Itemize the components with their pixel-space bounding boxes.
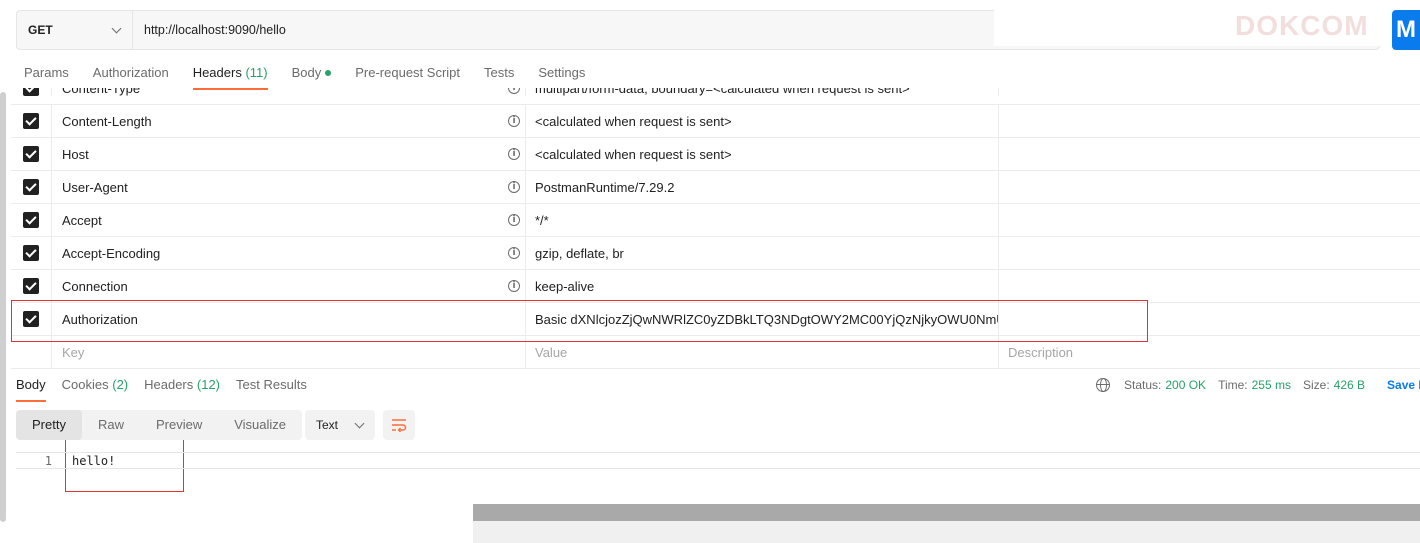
view-raw[interactable]: Raw <box>82 410 140 440</box>
table-row: Content-Type i multipart/form-data; bound… <box>11 88 1420 105</box>
view-visualize[interactable]: Visualize <box>218 410 302 440</box>
tab-response-body[interactable]: Body <box>16 374 46 402</box>
watermark: DOKCOM <box>1235 10 1369 41</box>
info-icon[interactable]: i <box>508 148 520 160</box>
info-icon[interactable]: i <box>508 88 520 94</box>
info-icon[interactable]: i <box>508 280 520 292</box>
header-description[interactable] <box>999 105 1420 137</box>
header-key[interactable]: Connection <box>62 279 128 294</box>
headers-count: (11) <box>245 65 268 80</box>
table-row: Accept-Encoding i gzip, deflate, br <box>11 237 1420 270</box>
header-value[interactable]: Basic dXNlcjozZjQwNWRlZC0yZDBkLTQ3NDgtOW… <box>526 303 999 335</box>
format-select[interactable]: Text <box>305 410 375 440</box>
chevron-down-icon <box>111 23 122 33</box>
line-number: 1 <box>44 453 52 468</box>
tab-headers[interactable]: Headers (11) <box>185 62 276 90</box>
header-description[interactable] <box>999 270 1420 302</box>
header-description[interactable] <box>999 138 1420 170</box>
table-row: User-Agent i PostmanRuntime/7.29.2 <box>11 171 1420 204</box>
save-response-button[interactable]: Save R <box>1387 378 1420 392</box>
response-size[interactable]: 426 B <box>1334 378 1365 392</box>
checkbox-checked-icon[interactable] <box>23 179 39 195</box>
header-key[interactable]: Content-Type <box>62 88 140 96</box>
horizontal-scrollbar[interactable] <box>473 504 1420 521</box>
header-value[interactable]: <calculated when request is sent> <box>526 138 999 170</box>
table-row-new: Key Value Description <box>11 336 1420 369</box>
tab-cookies[interactable]: Cookies (2) <box>62 374 128 402</box>
header-description[interactable] <box>999 237 1420 269</box>
format-label: Text <box>316 418 339 432</box>
new-value-input[interactable]: Value <box>526 336 999 368</box>
view-pretty[interactable]: Pretty <box>16 410 82 440</box>
header-value[interactable]: gzip, deflate, br <box>526 237 999 269</box>
header-description[interactable] <box>999 204 1420 236</box>
tab-params[interactable]: Params <box>16 62 77 90</box>
code-line[interactable]: hello! <box>72 454 115 468</box>
checkbox-checked-icon[interactable] <box>23 212 39 228</box>
new-description-input[interactable]: Description <box>999 336 1420 368</box>
status-code[interactable]: 200 OK <box>1165 378 1206 392</box>
method-select[interactable]: GET <box>17 11 133 49</box>
header-description[interactable] <box>999 88 1420 96</box>
header-key[interactable]: Host <box>62 147 89 162</box>
checkbox-checked-icon[interactable] <box>23 278 39 294</box>
table-row: Accept i */* <box>11 204 1420 237</box>
response-body-editor[interactable]: 1 hello! <box>16 452 1420 469</box>
headers-table: Content-Type i multipart/form-data; bound… <box>11 88 1420 369</box>
body-modified-dot-icon <box>325 69 332 76</box>
response-status: Status: 200 OK Time: 255 ms Size: 426 B Sav… <box>1096 378 1420 392</box>
tab-tests[interactable]: Tests <box>476 62 522 90</box>
table-row: Connection i keep-alive <box>11 270 1420 303</box>
view-mode-selector: Pretty Raw Preview Visualize <box>16 410 303 440</box>
view-preview[interactable]: Preview <box>140 410 218 440</box>
checkbox-checked-icon[interactable] <box>23 245 39 261</box>
send-button[interactable]: M <box>1392 10 1420 50</box>
scrollbar-track <box>473 521 1420 543</box>
header-key[interactable]: Accept-Encoding <box>62 246 160 261</box>
checkbox-checked-icon[interactable] <box>23 146 39 162</box>
header-value[interactable]: keep-alive <box>526 270 999 302</box>
header-description[interactable] <box>999 171 1420 203</box>
info-icon[interactable]: i <box>508 247 520 259</box>
header-value[interactable]: <calculated when request is sent> <box>526 105 999 137</box>
info-icon[interactable]: i <box>508 181 520 193</box>
header-key[interactable]: Accept <box>62 213 102 228</box>
wrap-lines-icon <box>392 419 407 432</box>
header-value[interactable]: multipart/form-data; boundary=<calculate… <box>526 88 999 96</box>
response-time[interactable]: 255 ms <box>1252 378 1291 392</box>
wrap-lines-button[interactable] <box>383 410 415 440</box>
table-row: Content-Length i <calculated when request… <box>11 105 1420 138</box>
checkbox-checked-icon[interactable] <box>23 88 39 96</box>
chevron-down-icon <box>354 418 365 428</box>
header-key[interactable]: Content-Length <box>62 114 152 129</box>
tab-body[interactable]: Body <box>284 62 340 90</box>
header-value[interactable]: PostmanRuntime/7.29.2 <box>526 171 999 203</box>
tab-authorization[interactable]: Authorization <box>85 62 177 90</box>
globe-icon[interactable] <box>1096 378 1110 392</box>
checkbox-checked-icon[interactable] <box>23 113 39 129</box>
tab-response-headers[interactable]: Headers (12) <box>144 374 220 402</box>
request-tabs: Params Authorization Headers (11) Body P… <box>16 62 601 90</box>
header-description[interactable] <box>999 303 1420 335</box>
method-label: GET <box>28 23 53 37</box>
response-tabs: Body Cookies (2) Headers (12) Test Resul… <box>16 374 323 402</box>
left-scrollbar[interactable] <box>0 92 6 522</box>
info-icon[interactable]: i <box>508 214 520 226</box>
tab-pre-request-script[interactable]: Pre-request Script <box>347 62 468 90</box>
tab-settings[interactable]: Settings <box>530 62 593 90</box>
info-icon[interactable]: i <box>508 115 520 127</box>
checkbox-checked-icon[interactable] <box>23 311 39 327</box>
table-row: Host i <calculated when request is sent> <box>11 138 1420 171</box>
new-key-input[interactable]: Key <box>52 336 526 368</box>
tab-test-results[interactable]: Test Results <box>236 374 307 402</box>
header-value[interactable]: */* <box>526 204 999 236</box>
table-row: Authorization Basic dXNlcjozZjQwNWRlZC0y… <box>11 303 1420 336</box>
header-key[interactable]: Authorization <box>62 312 138 327</box>
header-key[interactable]: User-Agent <box>62 180 128 195</box>
